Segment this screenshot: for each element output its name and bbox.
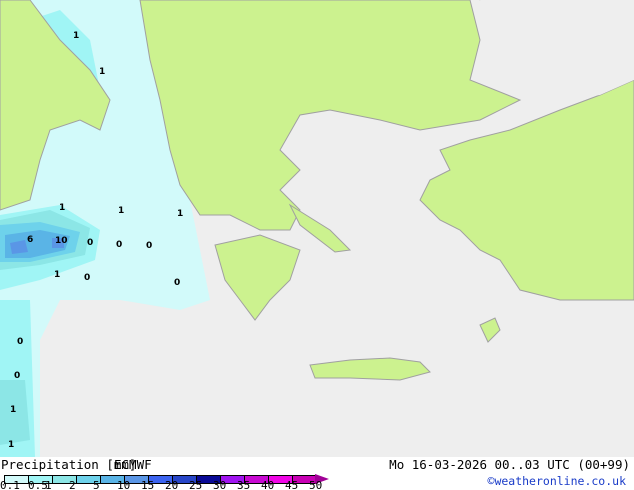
map-value-label: 0 xyxy=(146,241,153,251)
map-value-label: 0 xyxy=(116,240,123,250)
scale-tick-label: 20 xyxy=(165,479,179,490)
scale-tick-label: 30 xyxy=(213,479,227,490)
copyright-link[interactable]: ©weatheronline.co.uk xyxy=(488,474,626,488)
precipitation-map xyxy=(0,0,634,457)
map-value-label: 1 xyxy=(59,203,66,213)
scale-tick-label: 1 xyxy=(45,479,52,490)
map-value-label: 0 xyxy=(87,238,94,248)
scale-tick-label: 40 xyxy=(261,479,275,490)
map-value-label: 1 xyxy=(99,67,106,77)
scale-tick-label: 15 xyxy=(141,479,155,490)
map-value-label: 1 xyxy=(54,270,61,280)
map-value-label: 1 xyxy=(118,206,125,216)
map-value-label: 1 xyxy=(10,405,17,415)
scale-tick-label: 50 xyxy=(309,479,323,490)
scale-tick-label: 45 xyxy=(285,479,299,490)
map-value-label: 1 xyxy=(73,31,80,41)
weather-map-view: 1 1 1 1 1 6 10 0 0 0 1 0 0 0 0 1 1 Preci… xyxy=(0,0,634,490)
map-value-label: 1 xyxy=(177,209,184,219)
forecast-datetime: Mo 16-03-2026 00..03 UTC (00+99) xyxy=(389,457,630,472)
map-value-label: 0 xyxy=(84,273,91,283)
map-value-label: 0 xyxy=(174,278,181,288)
legend-footer: Precipitation [mm] ECMWF Mo 16-03-2026 0… xyxy=(0,457,634,490)
map-value-label: 6 xyxy=(27,235,34,245)
scale-tick-label: 2 xyxy=(69,479,76,490)
model-name: ECMWF xyxy=(114,457,152,472)
scale-tick-label: 25 xyxy=(189,479,203,490)
scale-tick-label: 10 xyxy=(117,479,131,490)
map-value-label: 0 xyxy=(14,371,21,381)
scale-tick-label: 35 xyxy=(237,479,251,490)
map-value-label: 0 xyxy=(17,337,24,347)
map-value-label: 10 xyxy=(55,236,68,246)
map-value-label: 1 xyxy=(8,440,15,450)
scale-tick-label: 5 xyxy=(93,479,100,490)
scale-tick-label: 0.1 xyxy=(0,479,20,490)
